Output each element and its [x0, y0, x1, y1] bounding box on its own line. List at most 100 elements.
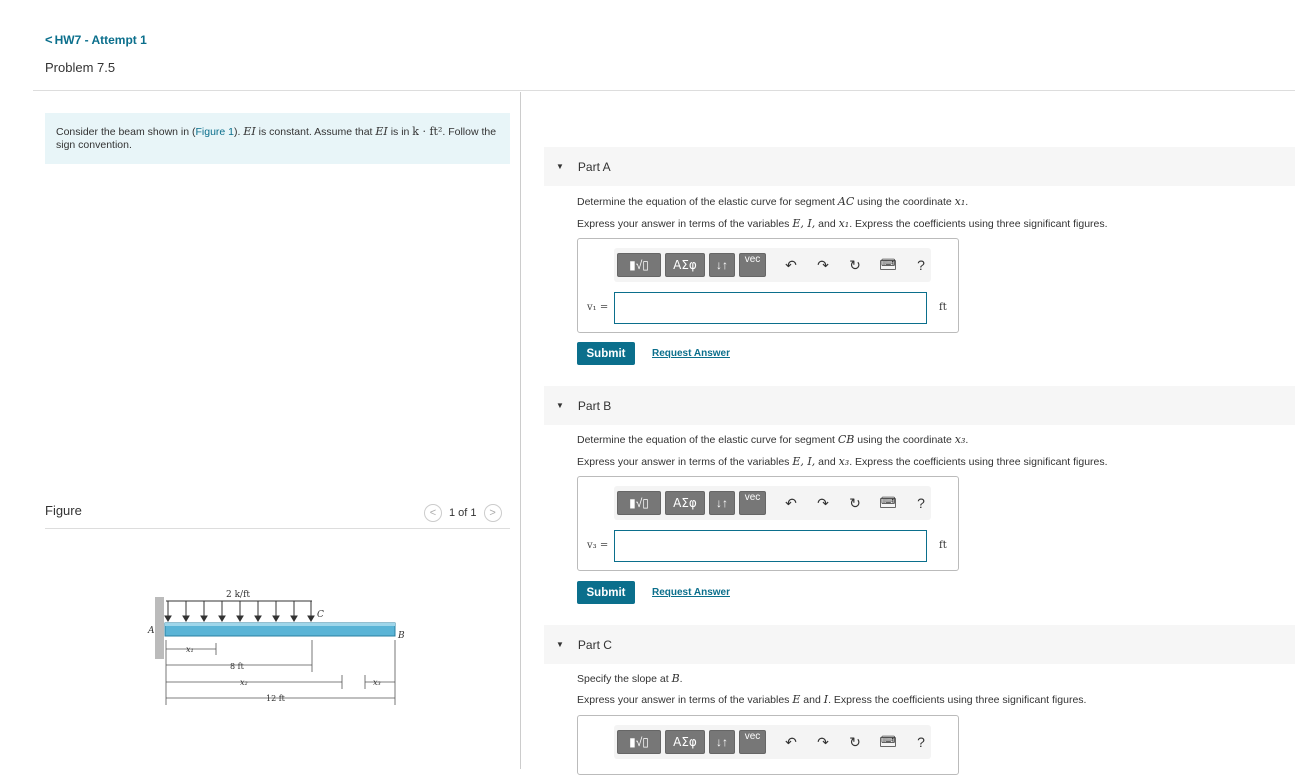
wall-support	[155, 597, 164, 659]
intro-text: is constant. Assume that	[255, 126, 376, 138]
part-a-submit-button[interactable]: Submit	[577, 342, 635, 365]
caret-down-icon: ▼	[556, 162, 564, 171]
part-b-request-answer-link[interactable]: Request Answer	[652, 587, 730, 598]
prompt-text: Specify the slope at	[577, 673, 672, 685]
figure-heading: Figure	[45, 503, 82, 518]
dim-x1-label: x₁	[186, 645, 194, 654]
instr-math: E, I,	[792, 217, 816, 230]
help-icon[interactable]: ?	[914, 257, 928, 273]
redo-icon[interactable]: ↷	[816, 734, 830, 751]
prompt-text: .	[679, 673, 683, 685]
intro-math: EI	[243, 125, 256, 138]
keyboard-icon[interactable]: ⌨	[880, 497, 896, 508]
symbols-button[interactable]: ΑΣφ	[665, 491, 705, 515]
part-b-prompt: Determine the equation of the elastic cu…	[577, 433, 968, 446]
part-c-label: Part C	[577, 637, 612, 652]
undo-icon[interactable]: ↶	[784, 257, 798, 274]
instr-math: x₁	[838, 217, 850, 230]
prompt-math: AC	[837, 195, 855, 208]
point-a-label: A	[147, 626, 155, 636]
prompt-math: x₃	[954, 433, 966, 446]
intro-text: is in	[387, 126, 413, 138]
undo-icon[interactable]: ↶	[784, 495, 798, 512]
answer-input[interactable]	[614, 530, 927, 562]
help-icon[interactable]: ?	[914, 734, 928, 750]
part-b-label: Part B	[577, 398, 612, 413]
vector-button[interactable]: vec	[739, 253, 766, 277]
chevron-right-icon: >	[489, 507, 496, 519]
pane-splitter[interactable]	[520, 92, 521, 769]
instr-text: and	[800, 694, 824, 706]
redo-icon[interactable]: ↷	[816, 495, 830, 512]
vector-button[interactable]: vec	[739, 491, 766, 515]
instr-math: E, I,	[792, 455, 816, 468]
part-b-submit-button[interactable]: Submit	[577, 581, 635, 604]
part-b-answer-box: ▮√▯ ΑΣφ ↓↑ vec ↶ ↷ ↻ ⌨ ? v₃ = ft	[577, 476, 959, 571]
variable-label: v₃ =	[587, 540, 609, 551]
figure-divider	[45, 528, 510, 529]
part-c-instructions: Express your answer in terms of the vari…	[577, 693, 1086, 706]
keyboard-icon[interactable]: ⌨	[880, 259, 896, 270]
figure-pager: < 1 of 1 >	[424, 504, 502, 522]
arrows-button[interactable]: ↓↑	[709, 491, 735, 515]
instr-math: x₃	[838, 455, 850, 468]
dim-x2-label: x₂	[240, 678, 248, 687]
reset-icon[interactable]: ↻	[848, 495, 862, 512]
instr-text: . Express the coefficients using three s…	[849, 218, 1108, 230]
unit-label: ft	[939, 540, 947, 551]
prompt-math: x₁	[954, 195, 966, 208]
reset-icon[interactable]: ↻	[848, 257, 862, 274]
load-arrows	[164, 601, 315, 622]
figure-counter: 1 of 1	[449, 507, 477, 519]
help-icon[interactable]: ?	[914, 495, 928, 511]
templates-button[interactable]: ▮√▯	[617, 730, 661, 754]
arrows-button[interactable]: ↓↑	[709, 253, 735, 277]
prev-figure-button[interactable]: <	[424, 504, 442, 522]
symbols-button[interactable]: ΑΣφ	[665, 730, 705, 754]
prompt-text: .	[965, 434, 969, 446]
dim-8ft-label: 8 ft	[230, 662, 245, 671]
variable-label: v₁ =	[587, 302, 609, 313]
point-b-label: B	[397, 631, 405, 641]
caret-down-icon: ▼	[556, 401, 564, 410]
part-c-prompt: Specify the slope at B.	[577, 672, 683, 685]
figure-link[interactable]: Figure 1	[196, 126, 235, 138]
dim-12ft-label: 12 ft	[266, 694, 286, 703]
math-toolbar: ▮√▯ ΑΣφ ↓↑ vec ↶ ↷ ↻ ⌨ ?	[614, 248, 931, 282]
part-a-instructions: Express your answer in terms of the vari…	[577, 217, 1108, 230]
header-divider	[33, 90, 1295, 91]
answer-input[interactable]	[614, 292, 927, 324]
back-link[interactable]: < HW7 - Attempt 1	[45, 32, 147, 47]
problem-title: Problem 7.5	[45, 60, 116, 75]
prompt-text: Determine the equation of the elastic cu…	[577, 196, 838, 208]
problem-intro: Consider the beam shown in (Figure 1). E…	[45, 113, 510, 164]
redo-icon[interactable]: ↷	[816, 257, 830, 274]
templates-button[interactable]: ▮√▯	[617, 253, 661, 277]
part-a-header[interactable]: ▼ Part A	[544, 147, 1295, 186]
prompt-math: CB	[837, 433, 855, 446]
part-b-header[interactable]: ▼ Part B	[544, 386, 1295, 425]
next-figure-button[interactable]: >	[483, 504, 502, 522]
reset-icon[interactable]: ↻	[848, 734, 862, 751]
part-c-answer-box: ▮√▯ ΑΣφ ↓↑ vec ↶ ↷ ↻ ⌨ ?	[577, 715, 959, 775]
undo-icon[interactable]: ↶	[784, 734, 798, 751]
part-c-header[interactable]: ▼ Part C	[544, 625, 1295, 664]
math-toolbar: ▮√▯ ΑΣφ ↓↑ vec ↶ ↷ ↻ ⌨ ?	[614, 486, 931, 520]
part-a-label: Part A	[577, 159, 611, 174]
keyboard-icon[interactable]: ⌨	[880, 736, 896, 747]
templates-button[interactable]: ▮√▯	[617, 491, 661, 515]
instr-text: Express your answer in terms of the vari…	[577, 218, 793, 230]
load-label: 2 k/ft	[226, 590, 250, 600]
prompt-text: .	[965, 196, 969, 208]
prompt-math: B	[671, 672, 680, 685]
part-a-request-answer-link[interactable]: Request Answer	[652, 348, 730, 359]
chevron-left-icon: <	[429, 507, 437, 519]
vector-button[interactable]: vec	[739, 730, 766, 754]
beam-highlight	[165, 623, 395, 626]
caret-down-icon: ▼	[556, 640, 564, 649]
symbols-button[interactable]: ΑΣφ	[665, 253, 705, 277]
part-a-answer-box: ▮√▯ ΑΣφ ↓↑ vec ↶ ↷ ↻ ⌨ ? v₁ = ft	[577, 238, 959, 333]
instr-text: and	[815, 218, 839, 230]
arrows-button[interactable]: ↓↑	[709, 730, 735, 754]
intro-text: Consider the beam shown in (	[56, 126, 196, 138]
